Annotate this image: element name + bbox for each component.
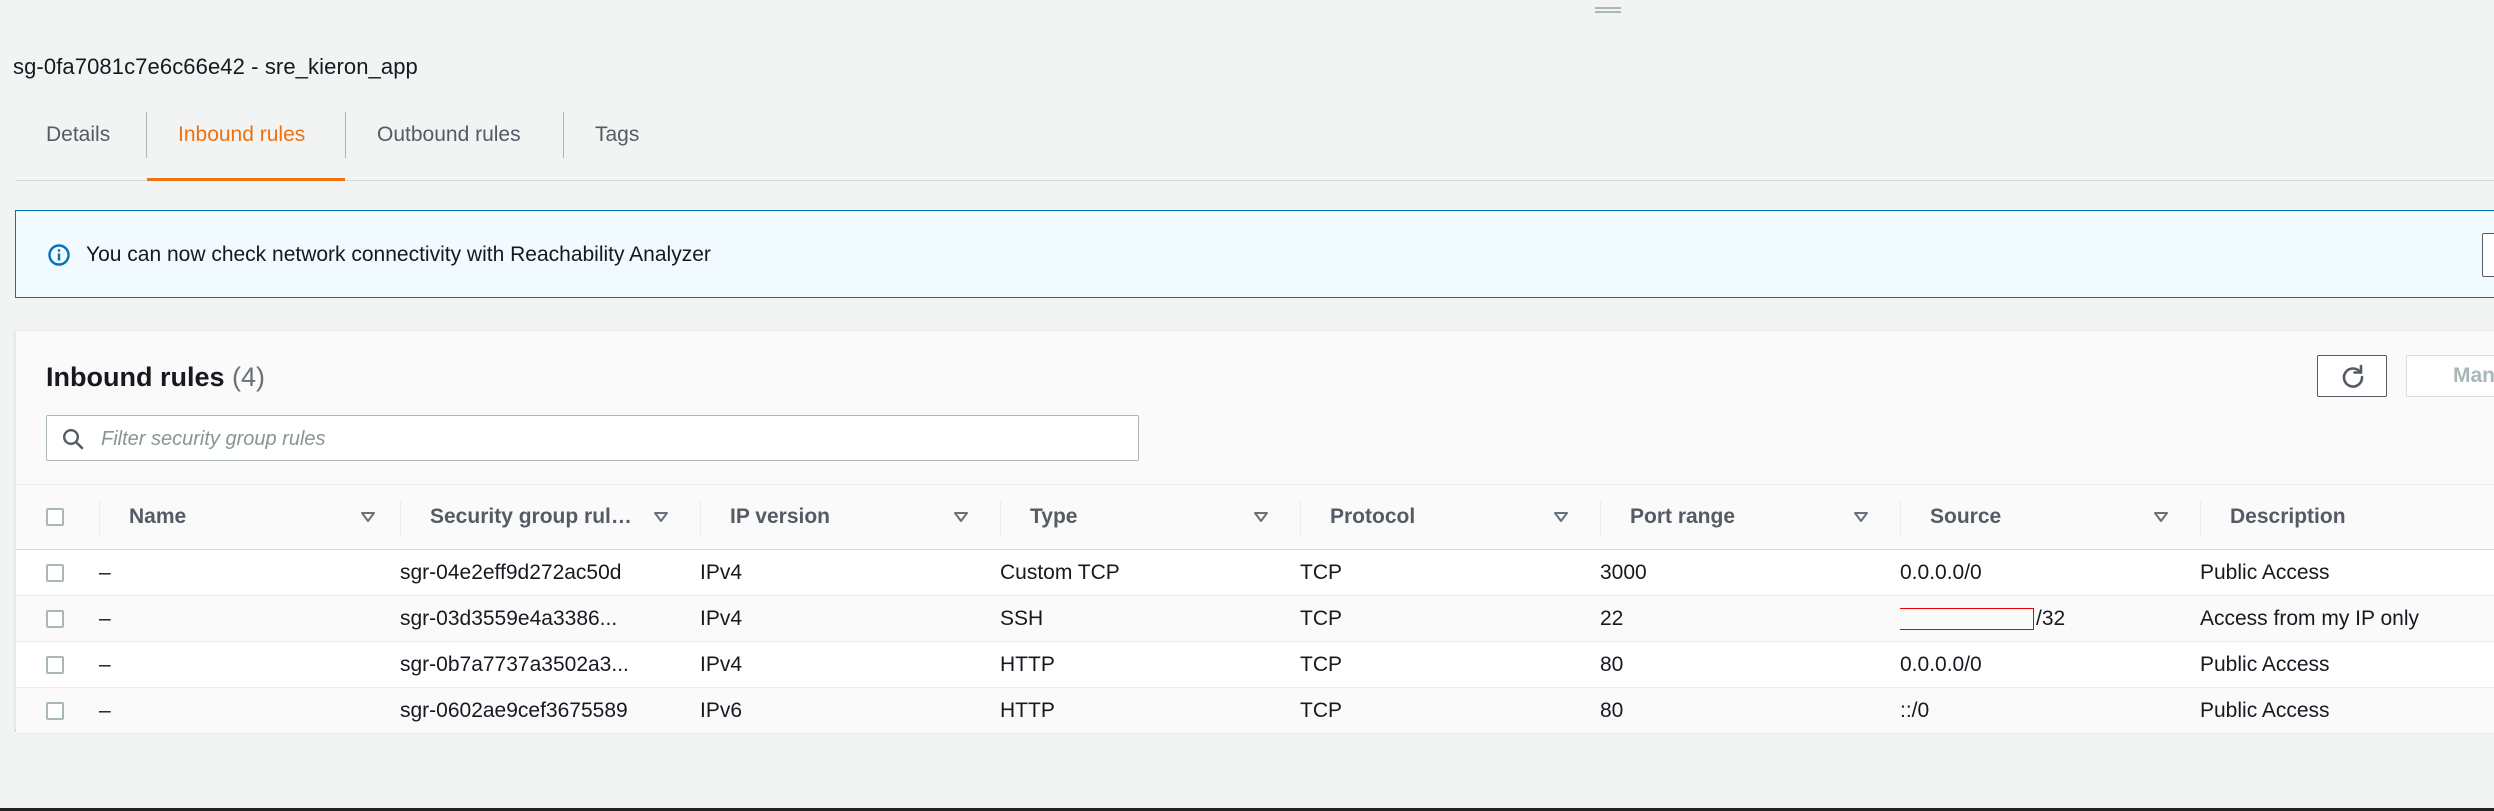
cell-type: Custom TCP [1000, 549, 1300, 596]
column-label: IP version [730, 505, 830, 528]
cell-rule-id: sgr-0b7a7737a3502a3... [400, 641, 700, 688]
alert-action-button[interactable] [2482, 233, 2494, 277]
sort-caret-icon [954, 512, 968, 522]
inbound-rules-panel: Inbound rules (4) Manage Name Security g… [15, 330, 2494, 734]
cell-rule-id: sgr-03d3559e4a3386... [400, 595, 700, 642]
cell-protocol: TCP [1300, 641, 1600, 688]
column-header-rule-id[interactable]: Security group rule... [400, 484, 700, 550]
cell-description: Public Access [2200, 641, 2494, 688]
cell-name: – [99, 641, 400, 688]
cell-source: /32 [1900, 595, 2200, 642]
filter-rules-input[interactable] [99, 416, 1103, 462]
column-header-protocol[interactable]: Protocol [1300, 484, 1600, 550]
cell-source: 0.0.0.0/0 [1900, 549, 2200, 596]
cell-protocol: TCP [1300, 595, 1600, 642]
column-header-ip-version[interactable]: IP version [700, 484, 1000, 550]
row-checkbox[interactable] [46, 609, 64, 628]
column-label: Protocol [1330, 505, 1416, 528]
tab-inbound-rules[interactable]: Inbound rules [147, 112, 345, 181]
cell-rule-id: sgr-04e2eff9d272ac50d [400, 549, 700, 596]
tab-tags[interactable]: Tags [564, 112, 670, 180]
rule-count: (4) [232, 362, 266, 392]
reachability-analyzer-alert: You can now check network connectivity w… [15, 210, 2494, 298]
cell-ip-version: IPv4 [700, 595, 1000, 642]
cell-source: 0.0.0.0/0 [1900, 641, 2200, 688]
row-checkbox[interactable] [46, 563, 64, 582]
alert-message: You can now check network connectivity w… [86, 243, 711, 266]
column-header-name[interactable]: Name [99, 484, 400, 550]
cell-protocol: TCP [1300, 549, 1600, 596]
panel-resize-handle[interactable] [1595, 7, 1621, 13]
inbound-rules-table: Name Security group rule... IP version T… [16, 484, 2494, 734]
column-label: Description [2230, 505, 2346, 528]
cell-protocol: TCP [1300, 687, 1600, 734]
cell-port-range: 80 [1600, 641, 1900, 688]
cell-ip-version: IPv6 [700, 687, 1000, 734]
sort-caret-icon [654, 512, 668, 522]
table-header-row: Name Security group rule... IP version T… [16, 484, 2494, 550]
table-row[interactable]: – sgr-04e2eff9d272ac50d IPv4 Custom TCP … [16, 549, 2494, 596]
info-icon [48, 244, 70, 266]
column-label: Source [1930, 505, 2002, 528]
table-row[interactable]: – sgr-03d3559e4a3386... IPv4 SSH TCP 22 … [16, 595, 2494, 642]
cell-ip-version: IPv4 [700, 641, 1000, 688]
column-header-type[interactable]: Type [1000, 484, 1300, 550]
security-group-title: sg-0fa7081c7e6c66e42 - sre_kieron_app [13, 54, 418, 79]
row-checkbox[interactable] [46, 701, 64, 720]
cell-description: Access from my IP only [2200, 595, 2494, 642]
cell-name: – [99, 549, 400, 596]
tab-details[interactable]: Details [15, 112, 141, 180]
cell-type: HTTP [1000, 641, 1300, 688]
cell-ip-version: IPv4 [700, 549, 1000, 596]
search-icon [62, 428, 84, 450]
cell-name: – [99, 595, 400, 642]
refresh-icon [2342, 364, 2364, 388]
sort-caret-icon [1254, 512, 1268, 522]
cell-name: – [99, 687, 400, 734]
panel-title: Inbound rules (4) [46, 362, 265, 393]
column-label: Port range [1630, 505, 1736, 528]
filter-rules-field [46, 415, 1139, 462]
select-all-header [16, 484, 99, 550]
cell-type: HTTP [1000, 687, 1300, 734]
source-suffix: /32 [2036, 606, 2066, 630]
row-checkbox[interactable] [46, 655, 64, 674]
cell-rule-id: sgr-0602ae9cef3675589 [400, 687, 700, 734]
column-label: Type [1030, 505, 1078, 528]
table-row[interactable]: – sgr-0b7a7737a3502a3... IPv4 HTTP TCP 8… [16, 641, 2494, 688]
tab-bar: Details Inbound rules Outbound rules Tag… [15, 112, 2494, 181]
cell-type: SSH [1000, 595, 1300, 642]
column-header-source[interactable]: Source [1900, 484, 2200, 550]
column-label: Name [129, 505, 187, 528]
cell-source: ::/0 [1900, 687, 2200, 734]
cell-description: Public Access [2200, 687, 2494, 734]
manage-rules-button[interactable]: Manage [2406, 355, 2494, 397]
panel-title-text: Inbound rules [46, 362, 225, 392]
column-header-port-range[interactable]: Port range [1600, 484, 1900, 550]
select-all-checkbox[interactable] [46, 508, 64, 527]
sort-caret-icon [2154, 512, 2168, 522]
table-row[interactable]: – sgr-0602ae9cef3675589 IPv6 HTTP TCP 80… [16, 687, 2494, 734]
redacted-ip-box [1900, 607, 2034, 630]
column-label: Security group rule... [430, 505, 640, 528]
cell-port-range: 80 [1600, 687, 1900, 734]
tab-outbound-rules[interactable]: Outbound rules [346, 112, 552, 180]
sort-caret-icon [1554, 512, 1568, 522]
refresh-button[interactable] [2317, 355, 2387, 397]
sort-caret-icon [361, 512, 375, 522]
column-header-description[interactable]: Description [2200, 484, 2494, 550]
cell-description: Public Access [2200, 549, 2494, 596]
cell-port-range: 22 [1600, 595, 1900, 642]
cell-port-range: 3000 [1600, 549, 1900, 596]
sort-caret-icon [1854, 512, 1868, 522]
